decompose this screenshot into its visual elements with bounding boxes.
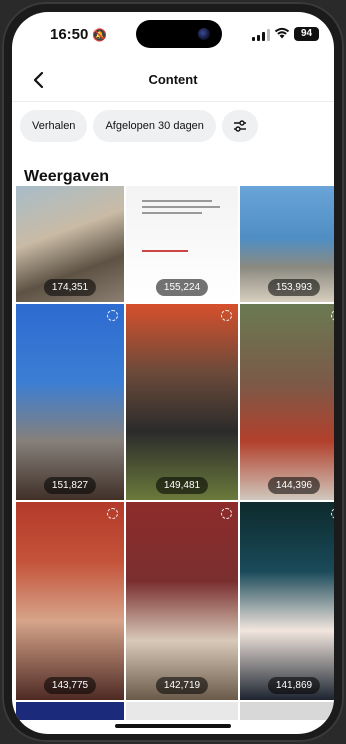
- reel-icon: [221, 310, 232, 321]
- content-tile[interactable]: 174,351: [16, 186, 124, 302]
- reel-icon: [221, 508, 232, 519]
- content-tile[interactable]: [16, 702, 124, 720]
- view-count: 155,224: [155, 279, 209, 296]
- sliders-icon: [233, 120, 246, 132]
- reel-icon: [107, 310, 118, 321]
- stories-filter-chip[interactable]: Verhalen: [20, 110, 88, 142]
- content-tile[interactable]: 143,775: [16, 502, 124, 700]
- content-tile[interactable]: [126, 702, 238, 720]
- content-tile[interactable]: 149,481: [126, 304, 238, 500]
- reel-icon: [331, 310, 334, 321]
- reel-icon: [331, 508, 334, 519]
- reel-icon: [107, 508, 118, 519]
- dynamic-island: [136, 20, 222, 48]
- content-tile[interactable]: 151,827: [16, 304, 124, 500]
- signal-icon: [252, 29, 270, 41]
- view-count: 153,993: [267, 279, 321, 296]
- view-count: 143,775: [43, 677, 97, 694]
- view-count: 149,481: [155, 477, 209, 494]
- home-indicator[interactable]: [115, 724, 231, 728]
- content-tile[interactable]: [240, 702, 334, 720]
- view-count: 141,869: [267, 677, 321, 694]
- filter-bar: Verhalen Afgelopen 30 dagen: [20, 110, 258, 144]
- content-tile[interactable]: 141,869: [240, 502, 334, 700]
- battery-indicator: 94: [294, 27, 319, 41]
- content-tile[interactable]: 153,993: [240, 186, 334, 302]
- status-time: 16:50: [50, 26, 89, 43]
- camera-icon: [198, 28, 210, 40]
- bell-off-icon: 🔕: [92, 28, 107, 42]
- view-count: 144,396: [267, 477, 321, 494]
- text-line: [142, 200, 212, 202]
- text-line: [142, 212, 202, 214]
- date-range-filter-chip[interactable]: Afgelopen 30 dagen: [93, 110, 216, 142]
- view-count: 151,827: [43, 477, 97, 494]
- content-tile[interactable]: 142,719: [126, 502, 238, 700]
- nav-bar: Content: [12, 58, 334, 102]
- section-title: Weergaven: [24, 168, 110, 185]
- text-line: [142, 206, 220, 208]
- screen: 16:50 🔕 94 Content Verhalen Afgelopen 30…: [12, 12, 334, 734]
- content-tile[interactable]: 144,396: [240, 304, 334, 500]
- filter-settings-button[interactable]: [221, 110, 258, 142]
- text-line: [142, 250, 188, 252]
- status-bar: 16:50 🔕 94: [12, 12, 334, 58]
- view-count: 142,719: [155, 677, 209, 694]
- content-grid: 174,351 155,224 153,993 151,827 149,481 …: [16, 186, 334, 720]
- wifi-icon: [274, 26, 290, 42]
- view-count: 174,351: [43, 279, 97, 296]
- page-title: Content: [148, 72, 198, 87]
- content-tile[interactable]: 155,224: [126, 186, 238, 302]
